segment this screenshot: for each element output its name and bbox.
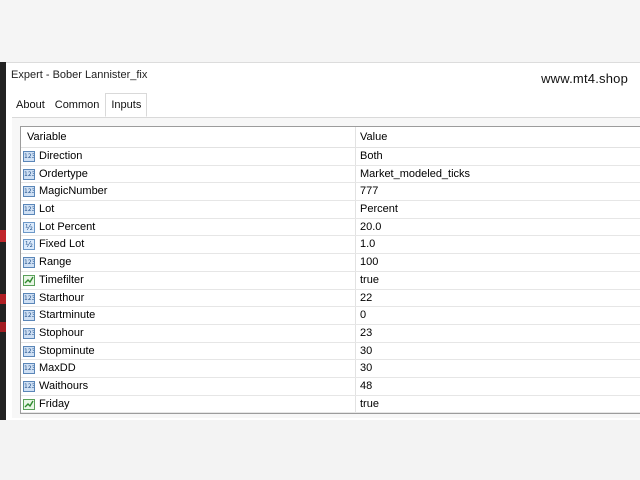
variable-cell: 123 Stophour: [21, 325, 355, 342]
table-row[interactable]: 123 Range 100: [21, 254, 640, 272]
integer-icon: 123: [23, 257, 35, 269]
variable-name: Waithours: [39, 379, 89, 392]
table-row[interactable]: 123 Starthour 22: [21, 289, 640, 308]
window-title: Expert - Bober Lannister_fix: [11, 69, 148, 81]
value-cell[interactable]: 22: [355, 289, 640, 307]
table-row[interactable]: Friday true: [21, 395, 640, 414]
background-top: [0, 0, 640, 62]
variable-name: Startminute: [39, 309, 96, 322]
variable-cell: ½ Fixed Lot: [21, 236, 355, 253]
value-cell[interactable]: Market_modeled_ticks: [355, 165, 640, 183]
integer-icon: 123: [23, 345, 35, 357]
value-cell[interactable]: 20.0: [355, 218, 640, 236]
variable-name: Lot: [39, 203, 55, 216]
table-row[interactable]: 123 Startminute 0: [21, 307, 640, 325]
table-row[interactable]: 123 Ordertype Market_modeled_ticks: [21, 165, 640, 184]
variable-name: Starthour: [39, 291, 85, 304]
tab-about[interactable]: About: [12, 95, 49, 115]
variable-cell: 123 Range: [21, 254, 355, 271]
variable-cell: 123 Ordertype: [21, 166, 355, 183]
value-cell[interactable]: true: [355, 395, 640, 413]
variable-name: Fixed Lot: [39, 238, 85, 251]
table-row[interactable]: 123 Direction Both: [21, 148, 640, 166]
column-header-variable[interactable]: Variable: [21, 127, 355, 147]
variable-cell: Timefilter: [21, 272, 355, 289]
value-cell[interactable]: true: [355, 271, 640, 289]
tab-strip: About Common Inputs: [12, 93, 149, 117]
boolean-icon: [23, 398, 35, 410]
integer-icon: 123: [23, 186, 35, 198]
value-cell[interactable]: 100: [355, 254, 640, 271]
table-row[interactable]: 123 Stophour 23: [21, 324, 640, 343]
table-header: Variable Value: [21, 127, 640, 148]
value-cell[interactable]: Percent: [355, 201, 640, 218]
inputs-table: Variable Value 123 Direction Both 123 Ordert…: [20, 126, 640, 414]
integer-icon: 123: [23, 310, 35, 322]
column-header-value[interactable]: Value: [355, 127, 640, 147]
table-body: 123 Direction Both 123 Ordertype Market_model…: [21, 148, 640, 414]
value-cell[interactable]: 1.0: [355, 236, 640, 254]
variable-name: MagicNumber: [39, 185, 108, 198]
integer-icon: 123: [23, 363, 35, 375]
value-cell[interactable]: Both: [355, 148, 640, 165]
variable-name: Ordertype: [39, 167, 88, 180]
fraction-icon: ½: [23, 221, 35, 233]
integer-icon: 123: [23, 292, 35, 304]
variable-name: Direction: [39, 150, 83, 162]
variable-cell: 123 Starthour: [21, 290, 355, 307]
variable-name: MaxDD: [39, 362, 76, 375]
integer-icon: 123: [23, 168, 35, 180]
table-row[interactable]: ½ Lot Percent 20.0: [21, 218, 640, 237]
variable-cell: 123 Startminute: [21, 307, 355, 324]
variable-name: Range: [39, 256, 72, 269]
value-cell[interactable]: 48: [355, 377, 640, 395]
variable-cell: 123 Waithours: [21, 378, 355, 395]
tab-common[interactable]: Common: [51, 95, 104, 115]
variable-name: Stopminute: [39, 344, 95, 357]
variable-cell: Friday: [21, 396, 355, 413]
variable-name: Stophour: [39, 326, 84, 339]
value-cell[interactable]: 23: [355, 324, 640, 342]
integer-icon: 123: [23, 380, 35, 392]
variable-name: Timefilter: [39, 273, 84, 286]
inputs-panel: Variable Value 123 Direction Both 123 Ordert…: [12, 117, 640, 418]
table-row[interactable]: Timefilter true: [21, 271, 640, 290]
variable-cell: 123 MaxDD: [21, 360, 355, 377]
value-cell[interactable]: 30: [355, 342, 640, 360]
variable-cell: 123 Stopminute: [21, 343, 355, 360]
table-row[interactable]: 123 Stopminute 30: [21, 342, 640, 361]
tab-inputs[interactable]: Inputs: [105, 93, 148, 117]
variable-cell: 123 MagicNumber: [21, 183, 355, 200]
integer-icon: 123: [23, 327, 35, 339]
value-cell[interactable]: 30: [355, 360, 640, 377]
table-row[interactable]: 123 Lot Percent: [21, 201, 640, 219]
fraction-icon: ½: [23, 239, 35, 251]
value-cell[interactable]: 0: [355, 307, 640, 324]
variable-name: Lot Percent: [39, 220, 96, 233]
variable-name: Friday: [39, 397, 70, 410]
table-row[interactable]: 123 Waithours 48: [21, 377, 640, 396]
integer-icon: 123: [23, 151, 35, 162]
background-bottom: [0, 420, 640, 480]
value-cell[interactable]: 777: [355, 183, 640, 201]
variable-cell: 123 Lot: [21, 201, 355, 218]
table-row[interactable]: 123 MagicNumber 777: [21, 183, 640, 202]
table-row[interactable]: ½ Fixed Lot 1.0: [21, 236, 640, 255]
variable-cell: ½ Lot Percent: [21, 219, 355, 236]
variable-cell: 123 Direction: [21, 148, 355, 165]
table-row[interactable]: 123 MaxDD 30: [21, 360, 640, 378]
expert-properties-window: Expert - Bober Lannister_fix www.mt4.sho…: [6, 62, 640, 421]
integer-icon: 123: [23, 204, 35, 216]
watermark-text: www.mt4.shop: [541, 71, 628, 86]
boolean-icon: [23, 274, 35, 286]
title-bar[interactable]: Expert - Bober Lannister_fix www.mt4.sho…: [6, 63, 640, 87]
